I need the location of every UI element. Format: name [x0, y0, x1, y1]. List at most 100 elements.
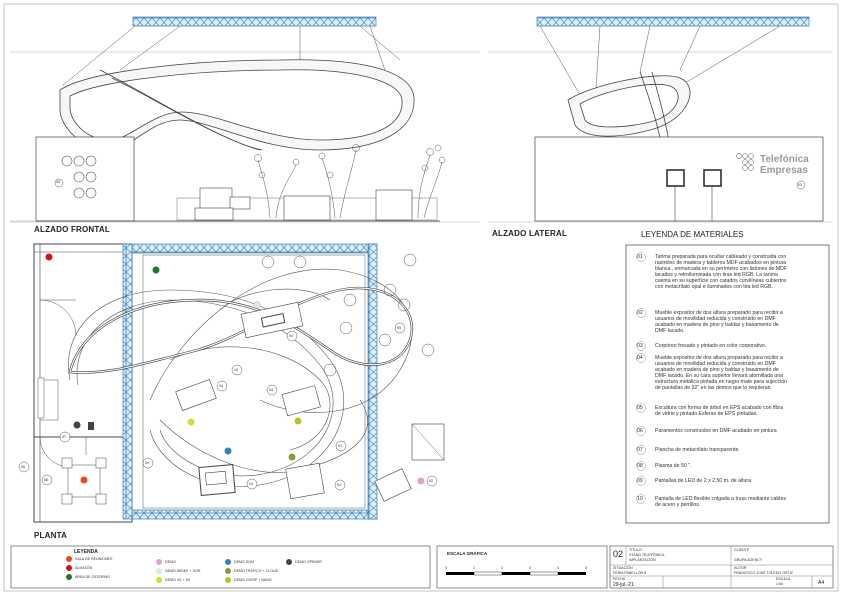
sheet-number: 02 [613, 549, 624, 559]
scale-tick-label: 4 [557, 566, 559, 570]
plan-view [18, 243, 445, 523]
materials-title: LEYENDA DE MATERIALES [641, 230, 744, 239]
legend-label: SALA DE REUNIONES [75, 556, 113, 561]
legend-label: DEMO 4G + 5G [165, 577, 191, 582]
tb-location: FERIA PABELLÓN 6 [613, 571, 647, 575]
front-furniture [176, 187, 438, 221]
tb-paper-size: A4 [818, 580, 825, 586]
tb-label-location: SITUACIÓN [613, 566, 633, 570]
legend-swatch [66, 574, 72, 580]
plan-truss-left [122, 243, 133, 520]
tag-plan-04e: 04 [269, 388, 273, 392]
tag-plan-06: 06 [21, 465, 25, 469]
scale-tick-label: 3 [529, 566, 531, 570]
material-number: 04 [637, 355, 643, 361]
front-truss [132, 16, 377, 27]
legend-swatch [225, 577, 231, 583]
marker-demo-ogsip [294, 417, 302, 425]
material-description: Paramentos construidos en DMF acabado en… [655, 428, 827, 434]
tag-plan-04a: 04 [289, 334, 293, 338]
tag-plan-07: 07 [62, 435, 66, 439]
material-line: de pantallas de 32" en las demos que lo … [655, 385, 772, 392]
material-line: de vidrio y pintado.Esferas de EPS pinta… [655, 411, 758, 418]
tb-label-scale: ESCALA [776, 577, 791, 581]
legend-label: DEMO OGSIP + NANO [234, 577, 272, 582]
tag-plan-09: 09 [145, 461, 149, 465]
material-line: Plancha de metacrilato transparente. [655, 447, 740, 453]
tag-plan-04d: 04 [337, 483, 341, 487]
legend-label: DEMO WIDEE + SOR [165, 568, 201, 573]
marker-demo [417, 477, 425, 485]
legend-swatch [66, 565, 72, 571]
legend-label: DEMO TRÁFICO + CLOUD [234, 568, 279, 573]
material-description: Pantallas de LED de 2 x 2,50 m. de altur… [655, 478, 827, 484]
scale-tick-label: 0 [445, 566, 447, 570]
scale-tick-label: 2 [501, 566, 503, 570]
tb-title-line1: STAND TELEFÓNICA [629, 553, 665, 557]
side-truss [536, 16, 810, 27]
legend-label: ALMACÉN [75, 565, 93, 570]
legend-label: DEMO OPENER [295, 559, 322, 564]
material-description: Mueble expositor de dos altura preparado… [655, 355, 827, 392]
led-ribbon-front [59, 59, 415, 151]
material-description: Corpóreo fresado y pintado en color corp… [655, 343, 827, 349]
legend-swatch [156, 577, 162, 583]
material-number: 06 [637, 428, 643, 434]
material-description: Escultura con forma de árbol en EPS acab… [655, 405, 827, 417]
plan-furniture [175, 301, 445, 502]
tag-plan-04b: 04 [219, 384, 223, 388]
material-number: 01 [637, 254, 643, 260]
legend-label: DEMO SOM [234, 559, 254, 564]
material-description: Pantalla de LED flexible colgada a truss… [655, 496, 827, 508]
material-description: Tarima preparada para ocultar cableado y… [655, 254, 827, 291]
material-line: Corpóreo fresado y pintado en color corp… [655, 343, 767, 349]
marker-demo-widee [253, 301, 261, 309]
platform-curves [68, 268, 413, 487]
front-elevation [10, 16, 446, 222]
tb-label-client: CLIENTE [734, 548, 750, 552]
material-description: Plasma de 50 ". [655, 463, 827, 469]
material-line: Paramentos construidos en DMF acabado en… [655, 428, 777, 434]
legend-swatch [156, 559, 162, 565]
legend-label: ÁREA DE CATERING [75, 574, 110, 579]
side-elevation-title: ALZADO LATERAL [492, 229, 568, 238]
scale-tick-label: 5 [585, 566, 587, 570]
tag-plan-10: 10 [234, 368, 238, 372]
marker-almacen [45, 253, 53, 261]
marker-demo-trafico [288, 453, 296, 461]
legend-swatch [225, 559, 231, 565]
side-screen-1 [666, 169, 685, 187]
material-number: 10 [637, 496, 643, 502]
tb-title-line2: IMPLANTACIÓN [629, 558, 656, 562]
marker-catering [152, 266, 160, 274]
tb-date: 29-jul.-21 [613, 582, 634, 588]
plan-truss-bottom [131, 509, 378, 520]
front-wall-left [35, 136, 135, 222]
material-description: Plancha de metacrilato transparente. [655, 447, 827, 453]
front-trees [254, 144, 446, 219]
tb-scale: 1:60 [776, 582, 783, 586]
tb-label-author: AUTOR [734, 566, 747, 570]
marker-demo-som [224, 447, 232, 455]
marker-demo-4g [187, 418, 195, 426]
material-line: DMF lacado. [655, 328, 685, 335]
material-number: 07 [637, 447, 643, 453]
legend-swatch [66, 556, 72, 562]
material-line: con metacrilato opal e iluminados con ti… [655, 284, 773, 291]
legend-swatch [225, 568, 231, 574]
tb-label-date: FECHA [613, 577, 626, 581]
tag-plan-02: 02 [429, 479, 433, 483]
plan-truss-right [367, 243, 378, 520]
tag-plan-01: 01 [338, 444, 342, 448]
tag-side-03: 03 [798, 183, 802, 187]
legend-swatch [286, 559, 292, 565]
tb-author: FRANCISCO JOSÉ TOLEDO ORTIZ [734, 571, 793, 575]
tag-front-03: 03 [56, 180, 60, 184]
brand-logo-text: Telefónica Empresas [760, 154, 809, 176]
material-number: 03 [637, 343, 643, 349]
scale-title: ESCALA GRÁFICA [447, 551, 488, 556]
plan-truss-top [131, 243, 378, 254]
tb-label-title: TÍTULO [629, 548, 642, 552]
material-line: de acero y perrillos. [655, 502, 701, 509]
side-screen-2 [703, 169, 722, 187]
